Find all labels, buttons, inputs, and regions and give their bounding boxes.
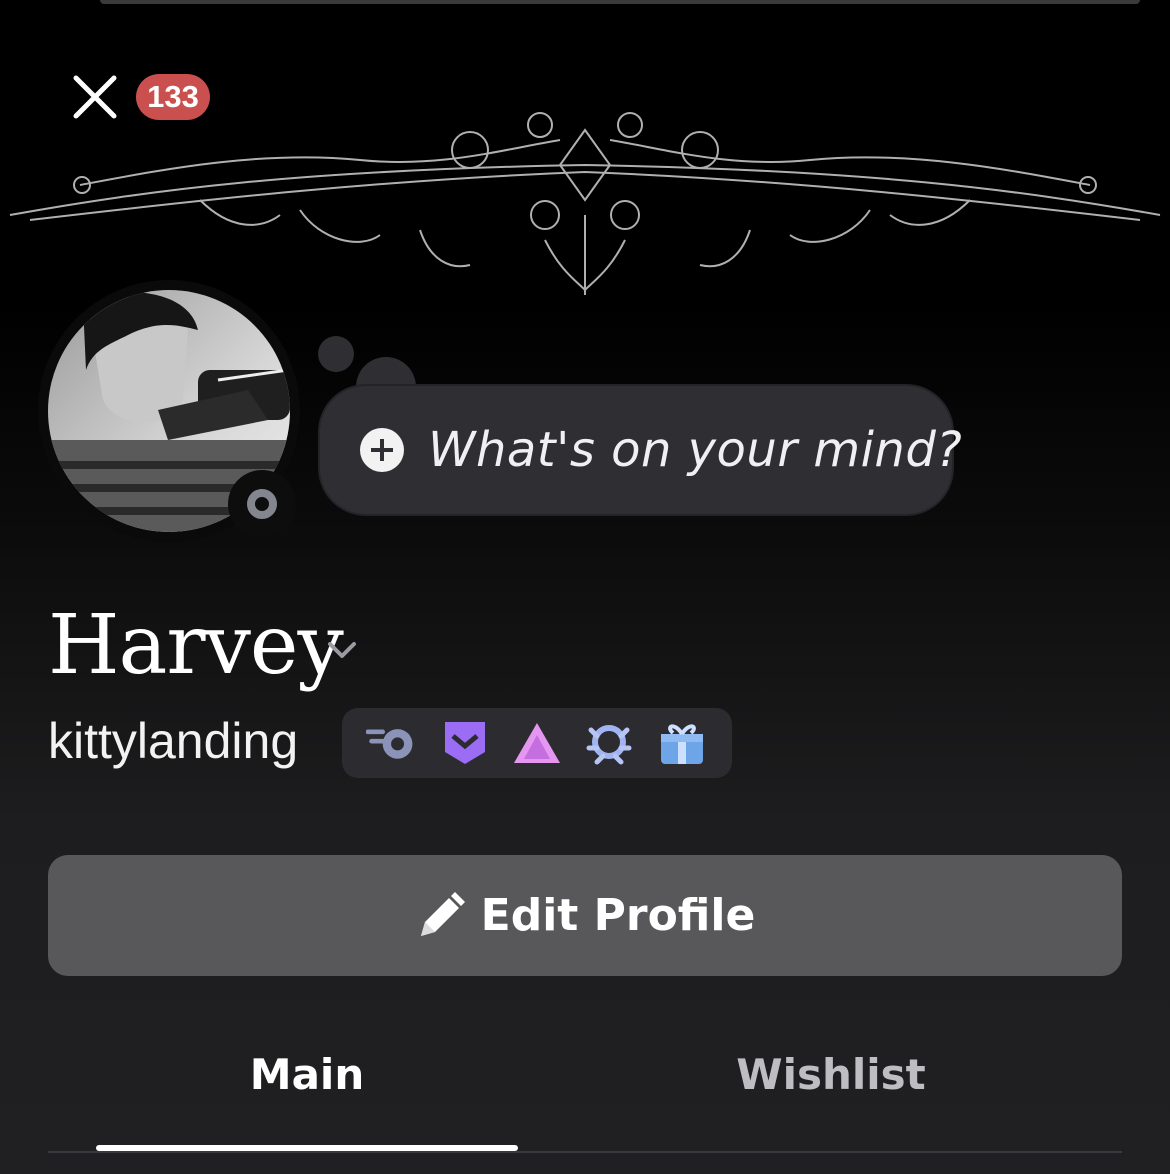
display-name: Harvey xyxy=(48,598,344,693)
notification-badge: 133 xyxy=(136,74,210,120)
close-icon xyxy=(73,75,117,119)
tab-divider xyxy=(48,1151,1122,1153)
status-indicator xyxy=(228,470,296,538)
edit-profile-label: Edit Profile xyxy=(480,890,756,941)
status-placeholder: What's on your mind? xyxy=(428,422,963,478)
nitro-badge-icon[interactable] xyxy=(366,717,418,769)
tab-main[interactable]: Main xyxy=(96,1050,518,1099)
username: kittylanding xyxy=(48,713,299,769)
tab-active-indicator xyxy=(96,1145,518,1151)
pencil-icon xyxy=(420,891,465,936)
thought-dot-small xyxy=(318,336,354,372)
status-bubble[interactable]: What's on your mind? xyxy=(318,384,962,516)
badge-row xyxy=(342,708,732,778)
boost-badge-icon[interactable] xyxy=(511,717,563,769)
add-circle-icon xyxy=(360,428,404,472)
gift-badge-icon[interactable] xyxy=(656,717,708,769)
offline-status-icon xyxy=(247,489,277,519)
close-button[interactable] xyxy=(66,68,124,126)
hypesquad-badge-icon[interactable] xyxy=(439,717,491,769)
edit-profile-button[interactable]: Edit Profile xyxy=(48,855,1122,976)
ornamental-banner xyxy=(9,112,1161,295)
chevron-down-icon[interactable] xyxy=(322,630,362,670)
tab-wishlist[interactable]: Wishlist xyxy=(620,1050,1042,1099)
top-grabber xyxy=(100,0,1140,4)
quest-badge-icon[interactable] xyxy=(583,717,635,769)
